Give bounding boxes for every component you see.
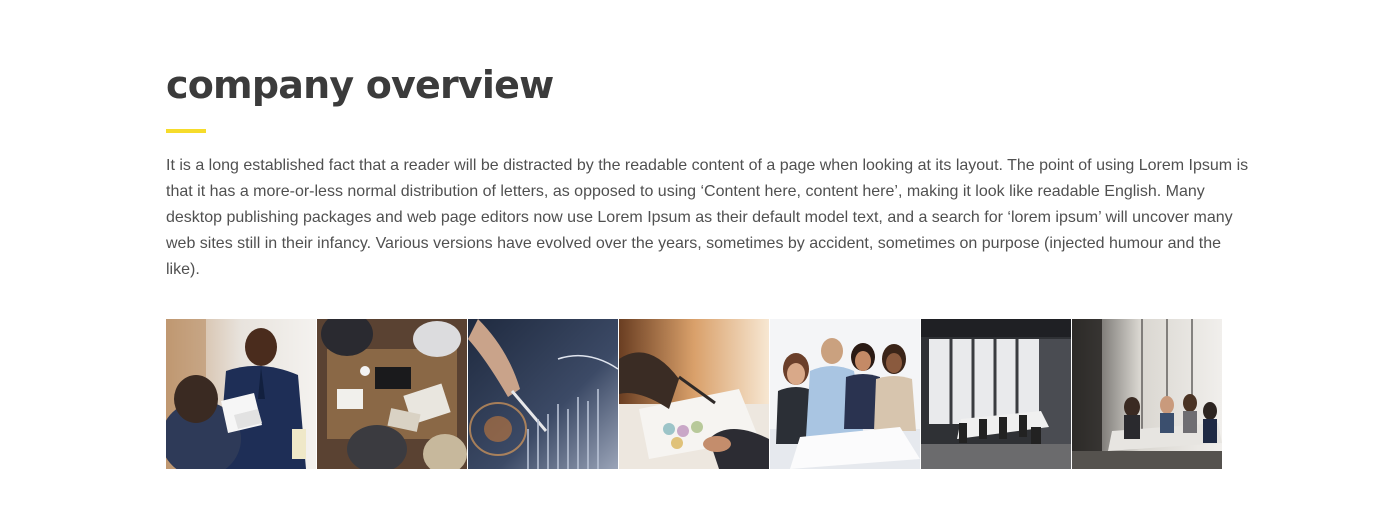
title-accent-bar bbox=[166, 129, 206, 133]
company-overview-section: company overview It is a long establishe… bbox=[0, 0, 1392, 525]
handshake-over-paperwork-photo[interactable] bbox=[619, 319, 769, 469]
section-title: company overview bbox=[166, 63, 554, 107]
photo-gallery bbox=[166, 319, 1222, 469]
empty-conference-room-photo[interactable] bbox=[921, 319, 1071, 469]
overview-paragraph: It is a long established fact that a rea… bbox=[166, 157, 1249, 278]
meeting-room-team-photo[interactable] bbox=[1072, 319, 1222, 469]
team-desk-overhead-photo[interactable] bbox=[317, 319, 467, 469]
hand-with-pen-chart-photo[interactable] bbox=[468, 319, 618, 469]
businessman-reviewing-documents-photo[interactable] bbox=[166, 319, 316, 469]
smiling-team-group-photo[interactable] bbox=[770, 319, 920, 469]
